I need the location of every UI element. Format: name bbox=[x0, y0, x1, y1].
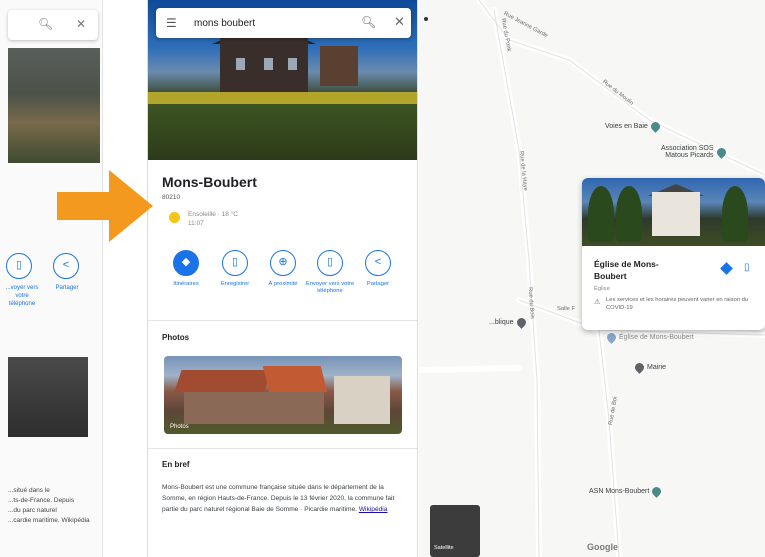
send-to-phone-label: Envoyer vers votre téléphone bbox=[305, 281, 355, 294]
nearby-icon: ⊕ bbox=[270, 250, 296, 276]
background-photo-thumbnail[interactable] bbox=[8, 357, 88, 437]
pin-icon bbox=[714, 145, 728, 159]
photo-caption: Photos bbox=[170, 424, 189, 430]
share-label: Partager bbox=[366, 281, 390, 287]
pin-icon bbox=[514, 316, 528, 329]
nearby-button[interactable]: ⊕ À proximité bbox=[256, 250, 310, 288]
card-photo[interactable] bbox=[582, 178, 765, 246]
pin-icon bbox=[633, 361, 646, 374]
action-row: ◆ Itinéraires ▯ Enregistrer ⊕ À proximit… bbox=[148, 250, 417, 320]
road-label: Salle F bbox=[557, 306, 576, 312]
poi-label: Église de Mons-Boubert bbox=[619, 334, 694, 341]
poi-asn-mons-boubert[interactable]: ASN Mons-Boubert bbox=[589, 485, 664, 498]
card-title[interactable]: Église de Mons-Boubert bbox=[594, 258, 684, 282]
background-hero-photo[interactable] bbox=[8, 48, 100, 163]
pin-icon bbox=[650, 485, 664, 498]
poi-republique[interactable]: ...blique bbox=[489, 316, 528, 329]
pin-icon bbox=[648, 120, 662, 133]
phone-icon[interactable]: ▯ bbox=[6, 253, 32, 279]
directions-button[interactable]: ◆ Itinéraires bbox=[159, 250, 213, 288]
save-button[interactable]: ▯ Enregistrer bbox=[208, 250, 262, 288]
weather-text: Ensoleillé · 18 °C bbox=[188, 211, 238, 218]
satellite-toggle[interactable]: Satellite bbox=[430, 505, 480, 557]
postal-code: 80210 bbox=[162, 194, 181, 201]
satellite-label: Satellite bbox=[434, 545, 454, 551]
send-to-phone-label: ...voyer vers votre téléphone bbox=[5, 285, 39, 307]
background-place-panel: 🔍︎ ✕ ▯ < ...voyer vers votre téléphone P… bbox=[0, 0, 103, 557]
collapse-panel-handle[interactable] bbox=[424, 17, 428, 21]
pin-icon bbox=[605, 331, 618, 344]
photo-thumbnail[interactable]: Photos bbox=[164, 356, 402, 434]
save-label: Enregistrer bbox=[220, 281, 250, 287]
poi-sos-matous-picards[interactable]: Association SOS Matous Picards bbox=[661, 145, 728, 159]
phone-icon: ▯ bbox=[317, 250, 343, 276]
search-icon[interactable]: 🔍︎ bbox=[361, 15, 376, 29]
share-label: Partager bbox=[55, 285, 79, 291]
local-time: 11:07 bbox=[188, 220, 204, 227]
divider bbox=[148, 448, 417, 449]
place-preview-card[interactable]: Église de Mons-Boubert Église ⚠ Les serv… bbox=[582, 178, 765, 330]
annotation-arrow-icon bbox=[57, 170, 153, 242]
nearby-label: À proximité bbox=[268, 281, 298, 287]
poi-voies-en-baie[interactable]: Voies en Baie bbox=[605, 120, 662, 133]
brief-text: Mons-Boubert est une commune française s… bbox=[162, 482, 405, 515]
background-action-row: ▯ < ...voyer vers votre téléphone Partag… bbox=[6, 253, 101, 313]
poi-eglise-label[interactable]: Église de Mons-Boubert bbox=[605, 331, 694, 344]
menu-icon[interactable]: ☰ bbox=[166, 16, 177, 30]
map-canvas[interactable]: Rue Jeanne Garde Rue du Ponk Rue du Moul… bbox=[419, 0, 765, 557]
place-title: Mons-Boubert bbox=[162, 174, 257, 190]
share-icon: < bbox=[365, 250, 391, 276]
bookmark-icon: ▯ bbox=[222, 250, 248, 276]
directions-icon: ◆ bbox=[173, 250, 199, 276]
directions-icon[interactable] bbox=[720, 262, 733, 275]
poi-label: Association SOS Matous Picards bbox=[661, 145, 714, 159]
photos-heading: Photos bbox=[162, 333, 190, 342]
search-icon[interactable]: 🔍︎ bbox=[38, 17, 53, 31]
poi-label: ASN Mons-Boubert bbox=[589, 488, 650, 495]
google-logo: Google bbox=[587, 542, 618, 552]
place-panel: ☰ 🔍︎ ✕ Mons-Boubert 80210 Ensoleillé · 1… bbox=[147, 0, 418, 557]
poi-mairie[interactable]: Mairie bbox=[633, 361, 667, 374]
background-summary-text: ...situé dans le ...ts-de-France. Depuis… bbox=[8, 487, 90, 524]
share-icon[interactable]: < bbox=[53, 253, 79, 279]
bookmark-icon[interactable]: ▯ bbox=[744, 262, 750, 273]
card-notice: Les services et les horaires peuvent var… bbox=[606, 297, 749, 311]
close-icon[interactable]: ✕ bbox=[394, 14, 405, 30]
card-type: Église bbox=[594, 286, 610, 292]
close-icon[interactable]: ✕ bbox=[76, 17, 86, 31]
poi-label: Voies en Baie bbox=[605, 123, 648, 130]
divider bbox=[148, 320, 417, 321]
sun-icon bbox=[169, 212, 180, 223]
search-bar[interactable]: ☰ 🔍︎ ✕ bbox=[156, 8, 411, 38]
warning-icon: ⚠ bbox=[594, 299, 601, 306]
search-input[interactable] bbox=[194, 14, 344, 32]
directions-label: Itinéraires bbox=[173, 281, 199, 287]
send-to-phone-button[interactable]: ▯ Envoyer vers votre téléphone bbox=[303, 250, 357, 295]
wikipedia-link[interactable]: Wikipédia bbox=[359, 506, 388, 513]
share-button[interactable]: < Partager bbox=[351, 250, 405, 288]
poi-label: ...blique bbox=[489, 319, 514, 326]
poi-label: Mairie bbox=[647, 364, 667, 371]
background-search-bar[interactable]: 🔍︎ ✕ bbox=[8, 10, 98, 40]
brief-heading: En bref bbox=[162, 460, 190, 469]
